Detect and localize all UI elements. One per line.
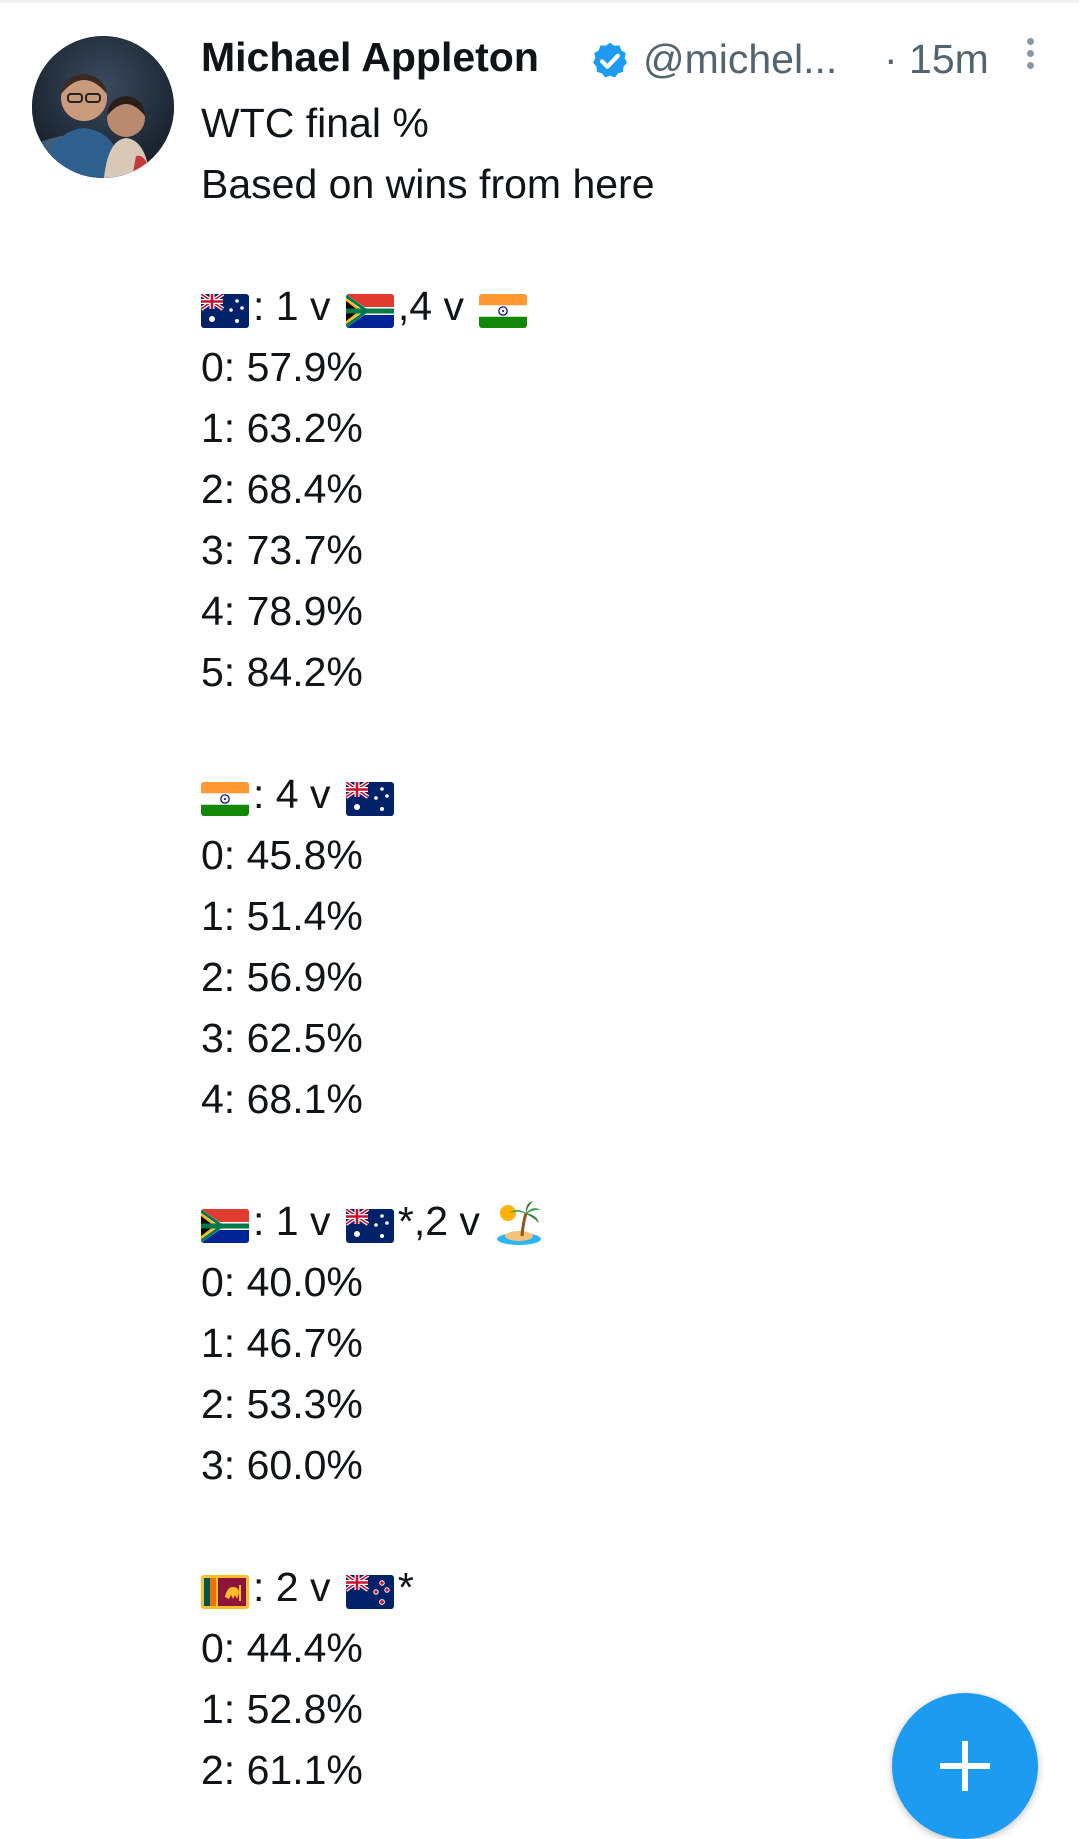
tweet-timestamp[interactable]: · 15m [884, 36, 989, 83]
header-text: *,2 v [397, 1198, 492, 1244]
india-flag-icon [479, 284, 528, 345]
percentage-row: 0: 45.8% [201, 832, 363, 878]
verified-badge-icon [593, 42, 627, 78]
tweet-text: WTC final % Based on wins from here : 1 … [199, 93, 1061, 1801]
sri-lanka-flag-icon [201, 1565, 249, 1626]
new-zealand-flag-icon [344, 1565, 394, 1626]
tweet-subtitle-line: Based on wins from here [201, 161, 655, 207]
author-handle[interactable]: @michel... [643, 36, 837, 83]
header-text: : 1 v [253, 283, 342, 329]
desert-island-icon [495, 1199, 543, 1264]
south-africa-flag-icon [200, 1199, 249, 1260]
percentage-row: 4: 68.1% [201, 1076, 363, 1122]
header-text: : 1 v [253, 1198, 342, 1244]
percentage-row: 1: 63.2% [201, 405, 363, 451]
compose-tweet-button[interactable] [892, 1693, 1038, 1839]
australia-flag-icon [199, 284, 249, 345]
australia-flag-icon [344, 1199, 394, 1260]
header-text: * [397, 1564, 414, 1610]
tweet-header: Michael Appleton @michel... · 15m [201, 30, 1061, 90]
percentage-row: 5: 84.2% [201, 649, 363, 695]
percentage-row: 3: 60.0% [201, 1442, 363, 1488]
plus-icon-stroke [962, 1741, 968, 1791]
author-name[interactable]: Michael Appleton [201, 34, 539, 81]
percentage-row: 4: 78.9% [201, 588, 363, 634]
avatar[interactable] [32, 36, 174, 178]
header-text: : 4 v [253, 771, 342, 817]
header-text: ,4 v [397, 283, 476, 329]
section-header: : 4 v [201, 764, 1061, 825]
percentage-row: 1: 51.4% [201, 893, 363, 939]
percentage-row: 2: 68.4% [201, 466, 363, 512]
percentage-row: 1: 46.7% [201, 1320, 363, 1366]
percentage-row: 3: 73.7% [201, 527, 363, 573]
percentage-row: 0: 44.4% [201, 1625, 363, 1671]
percentage-row: 0: 40.0% [201, 1259, 363, 1305]
australia-flag-icon [344, 772, 394, 833]
india-flag-icon [201, 772, 249, 833]
section-header: : 1 v *,2 v [200, 1191, 1061, 1252]
percentage-row: 2: 56.9% [201, 954, 363, 1000]
percentage-row: 3: 62.5% [201, 1015, 363, 1061]
percentage-row: 0: 57.9% [201, 344, 363, 390]
section-header: : 2 v * [201, 1557, 1061, 1618]
south-africa-flag-icon [345, 284, 394, 345]
tweet-title-line: WTC final % [201, 100, 429, 146]
percentage-row: 2: 53.3% [201, 1381, 363, 1427]
header-text: : 2 v [253, 1564, 342, 1610]
section-header: : 1 v ,4 v [199, 276, 1061, 337]
top-divider [0, 0, 1079, 3]
more-options-icon[interactable] [1020, 38, 1040, 78]
